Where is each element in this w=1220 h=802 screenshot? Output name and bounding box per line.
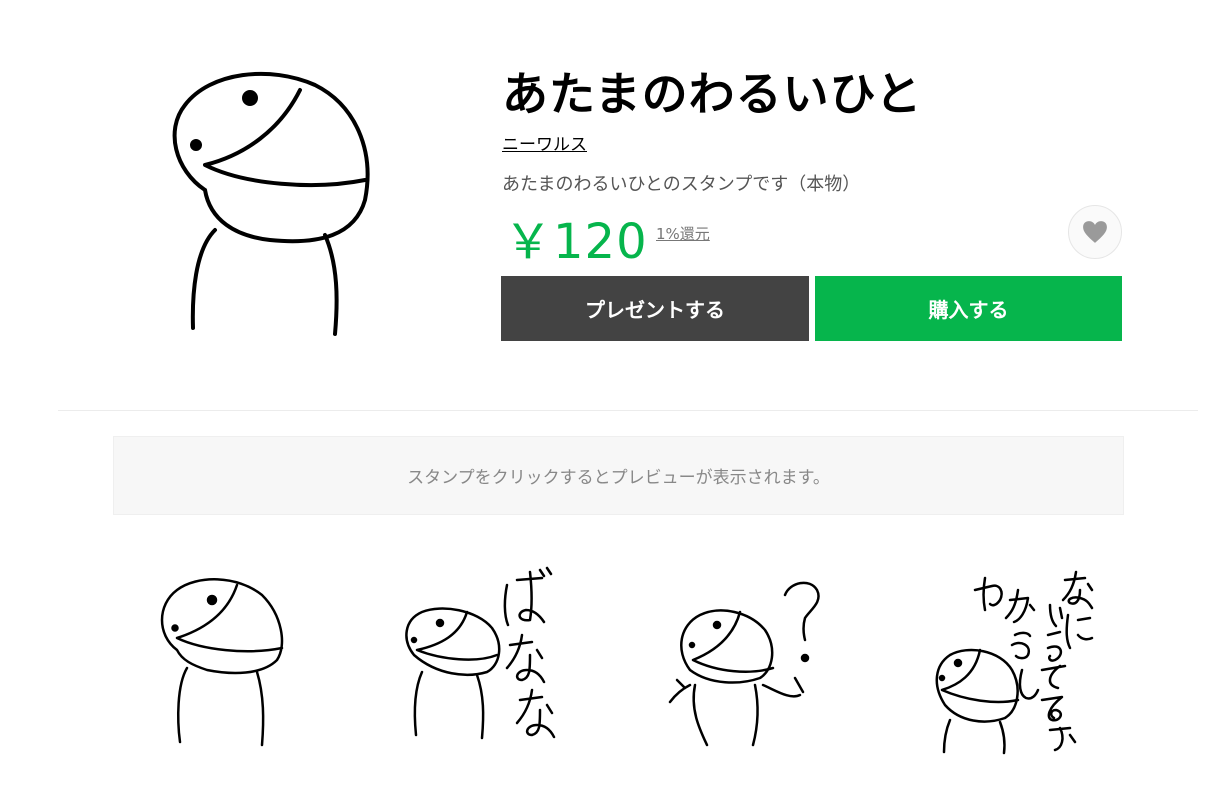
stamp-item[interactable] [392,560,582,760]
stamp-item[interactable] [142,560,332,760]
stamp-product-page: あたまのわるいひと ニーワルス あたまのわるいひとのスタンプです（本物） ￥12… [0,0,1220,802]
main-stamp-image [150,50,400,350]
heart-icon [1083,221,1107,243]
points-link[interactable]: 1%還元 [656,223,710,244]
preview-notice: スタンプをクリックするとプレビューが表示されます。 [113,436,1124,515]
gift-button-label: プレゼントする [585,298,725,322]
stamp-item[interactable] [920,560,1110,760]
product-description: あたまのわるいひとのスタンプです（本物） [502,174,861,195]
buy-button[interactable]: 購入する [815,276,1122,341]
buy-button-label: 購入する [928,298,1009,322]
author-link[interactable]: ニーワルス [502,130,587,155]
favorite-button[interactable] [1068,205,1122,259]
gift-button[interactable]: プレゼントする [501,276,809,341]
price: ￥120 [504,214,648,270]
product-title: あたまのわるいひと [502,67,923,121]
preview-notice-text: スタンプをクリックするとプレビューが表示されます。 [407,468,830,488]
stamp-item[interactable] [655,560,845,760]
section-divider [58,410,1198,411]
